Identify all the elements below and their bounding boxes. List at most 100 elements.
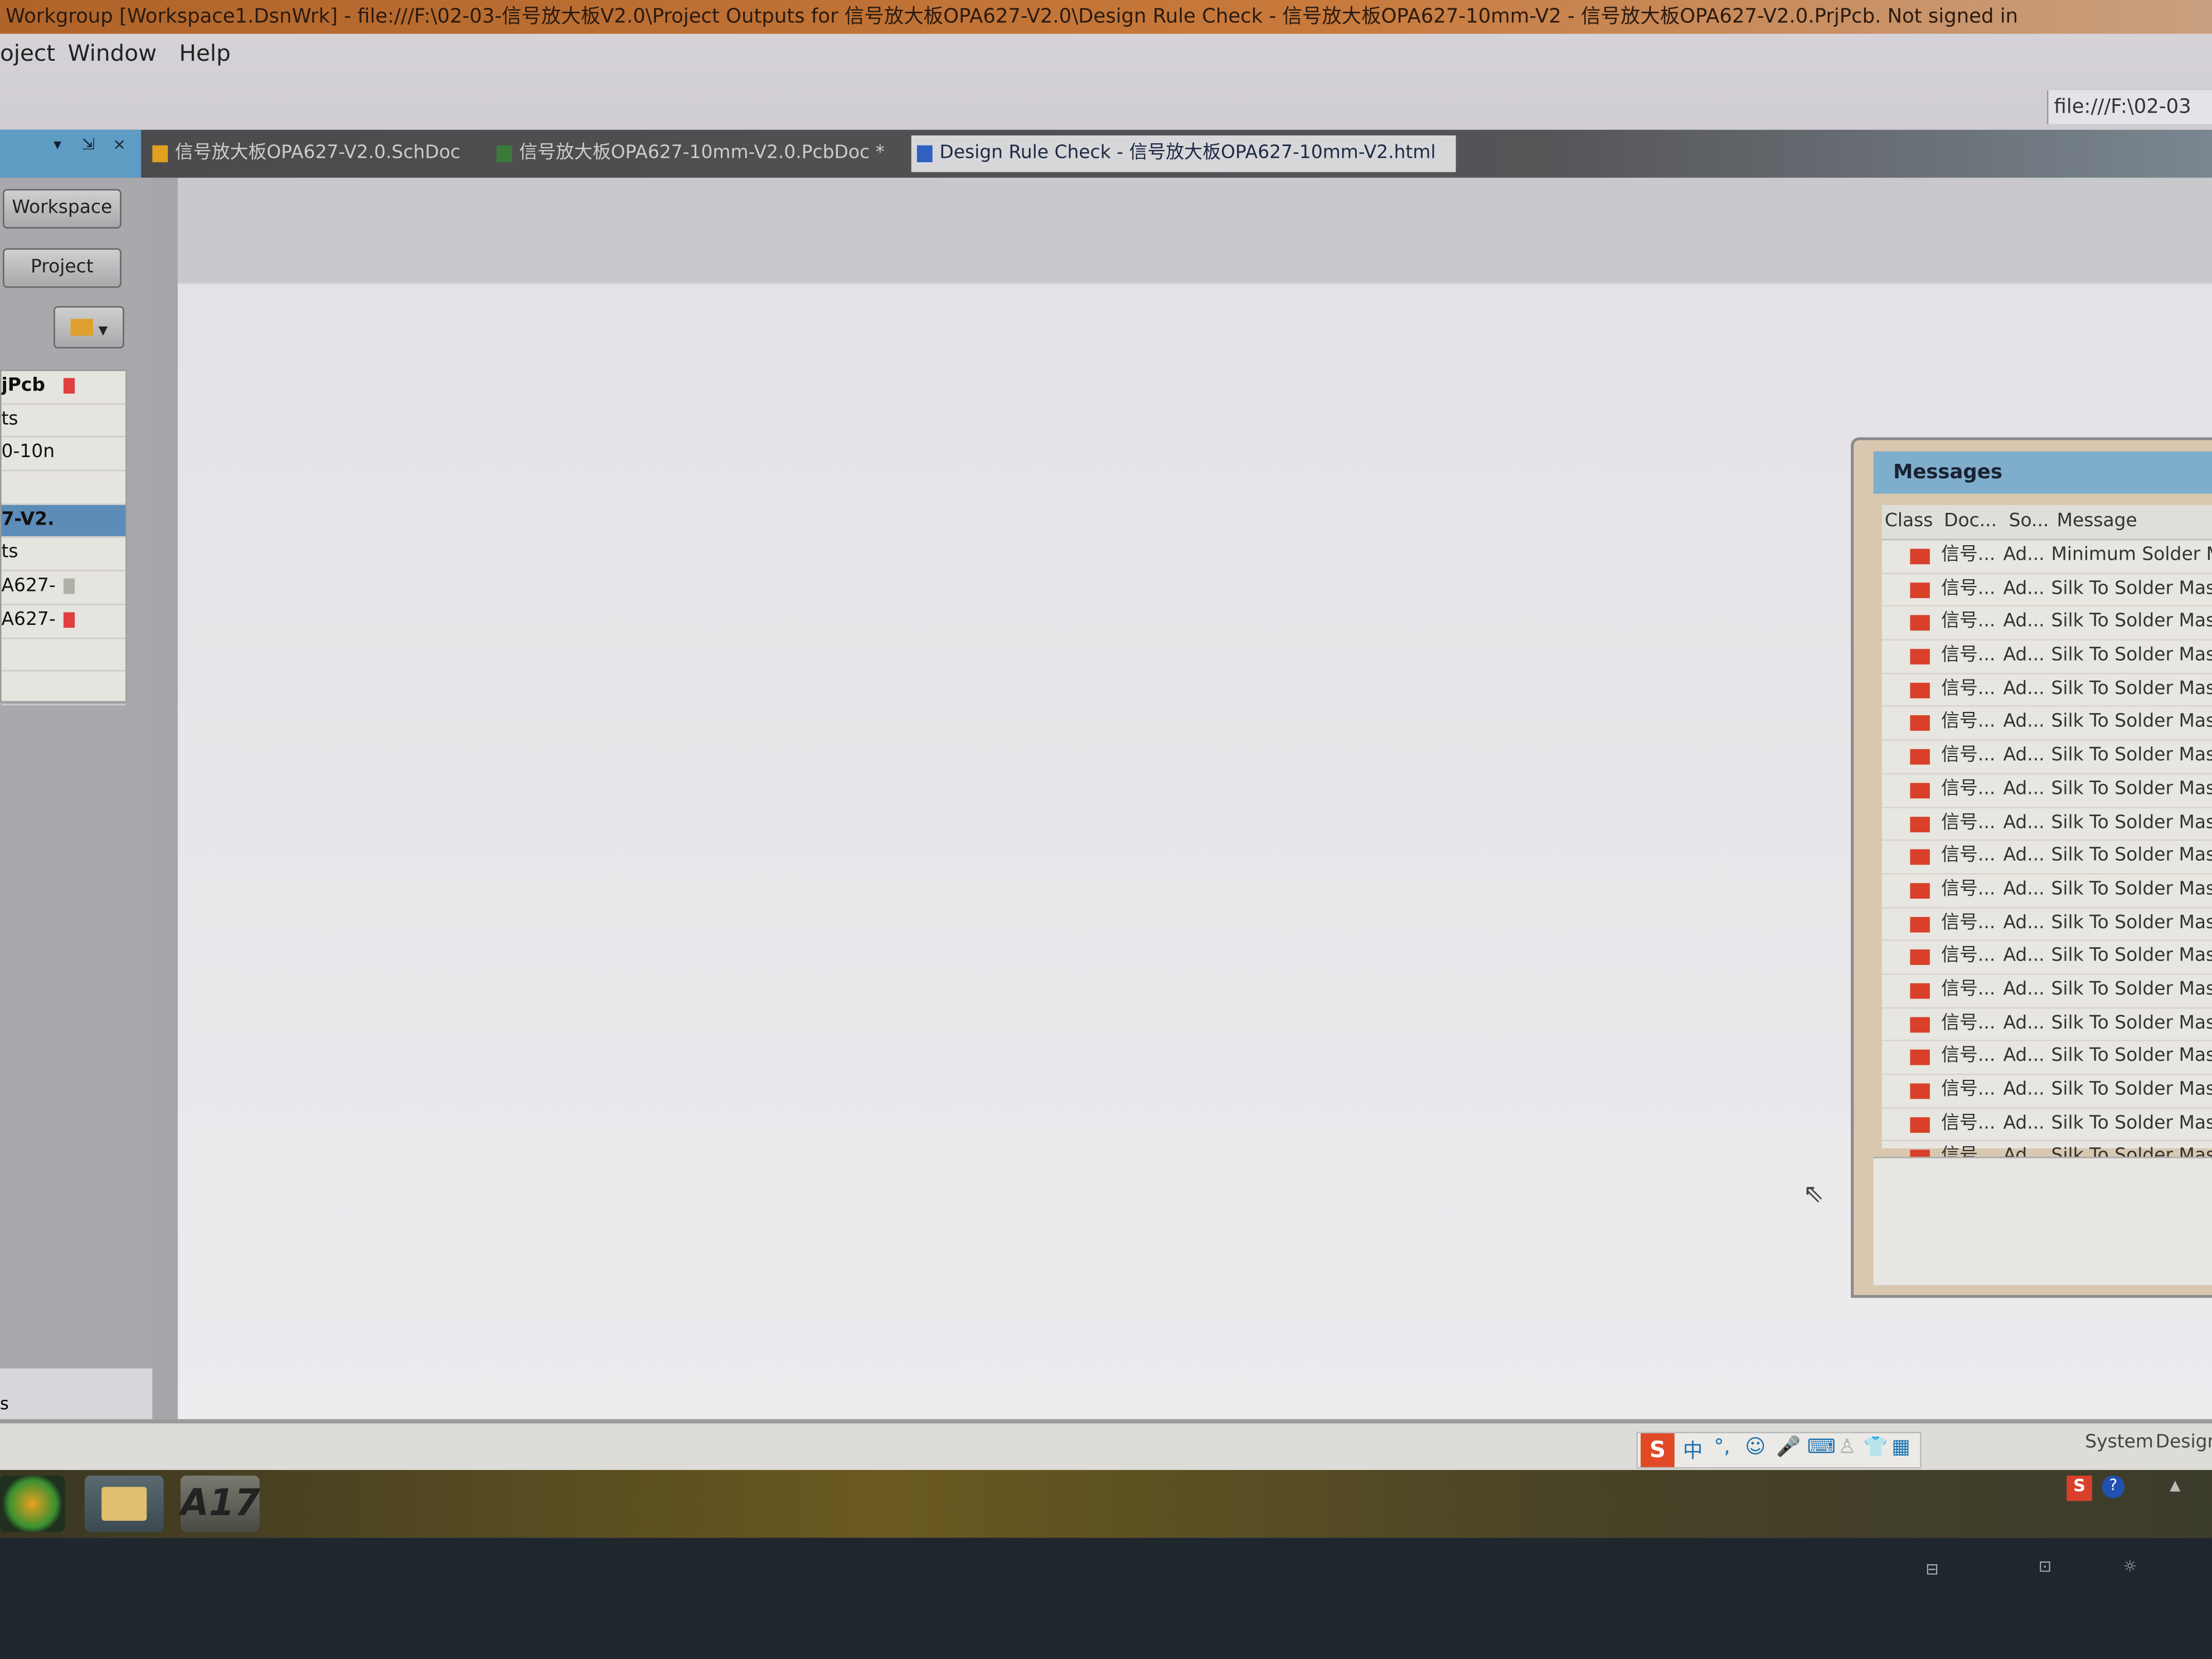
- tab-schdoc[interactable]: 信号放大板OPA627-V2.0.SchDoc: [147, 135, 513, 172]
- message-source: Ad...: [2003, 711, 2045, 733]
- tree-item[interactable]: 0-10n: [1, 438, 126, 472]
- message-row[interactable]: 信号... Ad... Silk To Solder Mask.: [1881, 974, 2212, 1008]
- document-icon: [63, 578, 75, 594]
- menu-project[interactable]: oject: [0, 40, 55, 66]
- message-document: 信号...: [1941, 879, 1996, 900]
- error-class-icon: [1910, 582, 1930, 598]
- window-title: Workgroup [Workspace1.DsnWrk] - file:///…: [6, 6, 2019, 28]
- altium-designer-icon[interactable]: A17: [180, 1476, 260, 1532]
- message-text: Silk To Solder Mask: [2051, 845, 2212, 867]
- message-source: Ad...: [2003, 845, 2045, 867]
- message-row[interactable]: 信号... Ad... Silk To Solder Mask: [1881, 908, 2212, 942]
- tree-item-label: 7-V2.: [1, 508, 55, 530]
- microphone-icon[interactable]: 🎤: [1776, 1436, 1801, 1458]
- message-row[interactable]: 信号... Ad... Silk To Solder Mas: [1881, 574, 2212, 608]
- message-row[interactable]: 信号... Ad... Minimum Solder M: [1881, 540, 2212, 574]
- message-source: Ad...: [2003, 945, 2045, 967]
- status-bar: S 中 °, ☺ 🎤 ⌨ ♙ 👕 ▦ System Design: [0, 1419, 2212, 1474]
- projects-panel: Workspace Project ▾ jPcb ts 0-10n 7-V2. ts A6…: [0, 177, 154, 1414]
- menu-help[interactable]: Help: [179, 40, 230, 66]
- screen: Workgroup [Workspace1.DsnWrk] - file:///…: [0, 0, 2212, 1659]
- message-row[interactable]: 信号... Ad... Silk To Solder Mask.: [1881, 942, 2212, 975]
- message-source: Ad...: [2003, 644, 2045, 666]
- address-field[interactable]: file:///F:\02-03: [2046, 90, 2212, 124]
- chinese-mode-icon[interactable]: 中: [1683, 1436, 1702, 1464]
- message-document: 信号...: [1941, 1112, 1996, 1134]
- html-doc-icon: [916, 145, 933, 163]
- message-row[interactable]: 信号... Ad... Silk To Solder Mas: [1881, 641, 2212, 674]
- tree-item[interactable]: [1, 471, 126, 505]
- message-source: Ad...: [2003, 1079, 2045, 1100]
- column-document[interactable]: Doc...: [1944, 505, 1997, 539]
- message-row[interactable]: 信号... Ad... Silk To Solder Mask...: [1881, 1041, 2212, 1075]
- message-document: 信号...: [1941, 945, 1996, 967]
- tree-item[interactable]: ts: [1, 404, 126, 438]
- column-class[interactable]: Class: [1885, 505, 1933, 539]
- message-row[interactable]: 信号... Ad... Silk To Solder Mask: [1881, 707, 2212, 741]
- panel-menu-button[interactable]: ▾: [54, 135, 61, 154]
- menu-grid-icon[interactable]: ▦: [1892, 1436, 1910, 1458]
- tree-item[interactable]: [1, 672, 126, 705]
- error-class-icon: [1910, 983, 1930, 999]
- error-class-icon: [1910, 849, 1930, 865]
- open-project-button[interactable]: ▾: [54, 306, 124, 349]
- tab-label: Design Rule Check - 信号放大板OPA627-10mm-V2.…: [939, 142, 1436, 164]
- error-class-icon: [1910, 949, 1930, 966]
- emoji-icon[interactable]: ☺: [1745, 1436, 1765, 1458]
- message-detail-area: [1873, 1157, 2212, 1286]
- panel-pin-button[interactable]: ⇲: [82, 135, 95, 154]
- start-orb-icon[interactable]: [0, 1476, 65, 1532]
- column-source[interactable]: So...: [2009, 505, 2049, 539]
- message-source: Ad...: [2003, 1012, 2045, 1034]
- message-row[interactable]: 信号... Ad... Silk To Solder Mas: [1881, 607, 2212, 641]
- message-row[interactable]: 信号... Ad... Silk To Solder Mask...: [1881, 1075, 2212, 1109]
- tree-item[interactable]: 7-V2.: [1, 505, 126, 539]
- tree-item[interactable]: A627-: [1, 571, 126, 605]
- message-text: Silk To Solder Mask: [2051, 778, 2212, 800]
- message-text: Silk To Solder Mask: [2051, 711, 2212, 733]
- message-document: 信号...: [1941, 578, 1996, 599]
- menu-bar: oject Window Help file:///F:\02-03: [0, 33, 2212, 130]
- project-tree: jPcb ts 0-10n 7-V2. ts A627- A627-: [0, 370, 127, 705]
- tree-item[interactable]: jPcb: [1, 371, 126, 405]
- error-class-icon: [1910, 615, 1930, 632]
- tab-pcbdoc[interactable]: 信号放大板OPA627-10mm-V2.0.PcbDoc *: [491, 135, 937, 172]
- show-hidden-icons-icon[interactable]: ▲: [2170, 1478, 2180, 1494]
- message-text: Silk To Solder Mask.: [2051, 1012, 2211, 1034]
- tab-design-rule-check[interactable]: Design Rule Check - 信号放大板OPA627-10mm-V2.…: [911, 135, 1456, 172]
- column-message[interactable]: Message: [2057, 505, 2137, 539]
- display-key-icon: ⊟: [1925, 1560, 1939, 1579]
- skin-icon[interactable]: 👕: [1864, 1436, 1888, 1458]
- message-row[interactable]: 信号... Ad... Silk To Solder Mask: [1881, 741, 2212, 774]
- tree-item[interactable]: ts: [1, 538, 126, 572]
- message-row[interactable]: 信号... Ad... Silk To Solder Mask: [1881, 774, 2212, 808]
- message-row[interactable]: 信号... Ad... Silk To Solder Mask: [1881, 674, 2212, 707]
- mouse-cursor-icon: ⇖: [1803, 1179, 1825, 1209]
- sogou-ime-icon[interactable]: S: [1641, 1433, 1675, 1467]
- error-class-icon: [1910, 916, 1930, 932]
- message-row[interactable]: 信号... Ad... Silk To Solder Mask...: [1881, 1108, 2212, 1142]
- message-row[interactable]: 信号... Ad... Silk To Solder Mask: [1881, 808, 2212, 841]
- file-explorer-icon[interactable]: [84, 1476, 164, 1532]
- window-title-bar: Workgroup [Workspace1.DsnWrk] - file:///…: [0, 0, 2212, 34]
- message-row[interactable]: 信号... Ad... Silk To Solder Mask.: [1881, 1008, 2212, 1042]
- tree-item[interactable]: A627-: [1, 605, 126, 639]
- help-tray-icon[interactable]: ?: [2102, 1476, 2125, 1498]
- menu-window[interactable]: Window: [67, 40, 157, 66]
- project-button[interactable]: Project: [3, 248, 122, 288]
- message-row[interactable]: 信号... Ad... Silk To Solder Mask: [1881, 841, 2212, 875]
- sogou-tray-icon[interactable]: S: [2067, 1476, 2092, 1501]
- workspace-button[interactable]: Workspace: [3, 189, 122, 229]
- punctuation-icon[interactable]: °,: [1714, 1436, 1730, 1458]
- keyboard-icon[interactable]: ⌨: [1807, 1436, 1836, 1458]
- message-row[interactable]: 信号... Ad... Silk To Solder Mask: [1881, 875, 2212, 908]
- message-document: 信号...: [1941, 812, 1996, 833]
- panel-close-button[interactable]: ×: [113, 135, 125, 154]
- system-panel-button[interactable]: System: [2085, 1432, 2153, 1453]
- error-class-icon: [1910, 816, 1930, 832]
- table-header: Class Doc... So... Message: [1881, 505, 2212, 541]
- error-class-icon: [1910, 649, 1930, 665]
- design-compiler-button[interactable]: Design: [2156, 1432, 2212, 1453]
- tree-item[interactable]: [1, 638, 126, 672]
- toolbox-icon[interactable]: ♙: [1838, 1436, 1856, 1458]
